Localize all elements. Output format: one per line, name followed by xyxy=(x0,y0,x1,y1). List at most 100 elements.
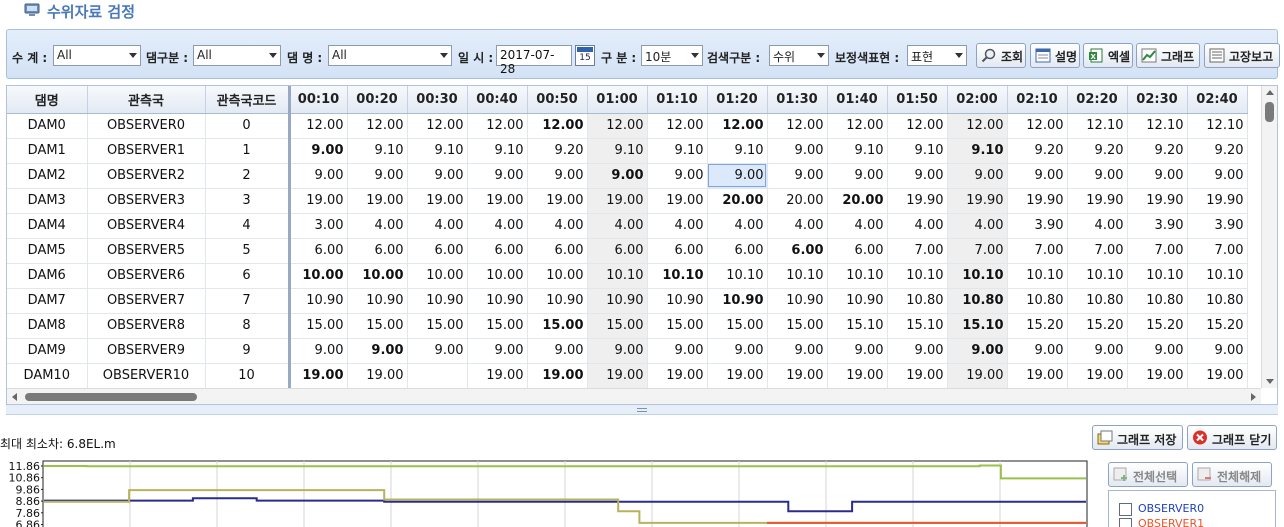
value-cell[interactable]: 15.00 xyxy=(289,313,348,339)
value-cell[interactable] xyxy=(407,363,468,389)
value-cell[interactable]: 19.90 xyxy=(1187,188,1248,214)
value-cell[interactable]: 4.00 xyxy=(707,213,768,239)
value-cell[interactable]: 12.00 xyxy=(347,113,408,139)
value-cell[interactable]: 10.10 xyxy=(1187,263,1248,289)
value-cell[interactable]: 9.00 xyxy=(827,163,888,189)
value-cell[interactable]: 10.00 xyxy=(527,263,588,289)
value-cell[interactable]: 19.00 xyxy=(1127,363,1188,389)
column-header[interactable]: 02:00 xyxy=(947,86,1008,114)
column-header[interactable]: 관측국코드 xyxy=(205,86,291,114)
value-cell[interactable]: 10.80 xyxy=(1007,288,1068,314)
table-row[interactable]: DAM2 OBSERVER2 2 9.00 9.00 9.00 9.00 9.00 9.00 9.… xyxy=(7,163,1248,189)
value-cell[interactable]: 15.00 xyxy=(707,313,768,339)
dam-type-select[interactable]: All xyxy=(193,45,281,66)
water-system-select[interactable]: All xyxy=(53,45,141,66)
value-cell[interactable]: 4.00 xyxy=(1067,213,1128,239)
value-cell[interactable]: 12.00 xyxy=(947,113,1008,139)
value-cell[interactable]: 6.00 xyxy=(767,238,828,264)
close-graph-button[interactable]: 그래프 닫기 xyxy=(1187,425,1277,450)
value-cell[interactable]: 10.00 xyxy=(347,263,408,289)
value-cell[interactable]: 9.10 xyxy=(887,138,948,164)
column-header[interactable]: 관측국 xyxy=(87,86,206,114)
value-cell[interactable]: 9.20 xyxy=(1007,138,1068,164)
value-cell[interactable]: 6.00 xyxy=(647,238,708,264)
value-cell[interactable]: 10.90 xyxy=(527,288,588,314)
observer-code-cell[interactable]: 1 xyxy=(205,138,291,164)
value-cell[interactable]: 10.90 xyxy=(347,288,408,314)
value-cell[interactable]: 9.00 xyxy=(407,338,468,364)
value-cell[interactable]: 19.00 xyxy=(467,188,528,214)
value-cell[interactable]: 9.10 xyxy=(347,138,408,164)
value-cell[interactable]: 19.00 xyxy=(707,363,768,389)
dam-name-cell[interactable]: DAM2 xyxy=(7,163,88,189)
dam-name-cell[interactable]: DAM5 xyxy=(7,238,88,264)
value-cell[interactable]: 9.00 xyxy=(827,338,888,364)
value-cell[interactable]: 12.10 xyxy=(1127,113,1188,139)
value-cell[interactable]: 9.20 xyxy=(1187,138,1248,164)
value-cell[interactable]: 7.00 xyxy=(947,238,1008,264)
value-cell[interactable]: 9.00 xyxy=(767,163,828,189)
observer-code-cell[interactable]: 7 xyxy=(205,288,291,314)
value-cell[interactable]: 9.00 xyxy=(347,163,408,189)
correction-color-select[interactable]: 표현 xyxy=(907,45,967,66)
value-cell[interactable]: 19.00 xyxy=(647,363,708,389)
select-all-button[interactable]: 전체선택 xyxy=(1108,462,1188,487)
value-cell[interactable]: 12.00 xyxy=(407,113,468,139)
value-cell[interactable]: 6.00 xyxy=(527,238,588,264)
table-row[interactable]: DAM5 OBSERVER5 5 6.00 6.00 6.00 6.00 6.00 6.00 6.… xyxy=(7,238,1248,264)
value-cell[interactable]: 12.10 xyxy=(1187,113,1248,139)
value-cell[interactable]: 19.00 xyxy=(647,188,708,214)
graph-button[interactable]: 그래프 xyxy=(1136,43,1200,68)
value-cell[interactable]: 10.80 xyxy=(1187,288,1248,314)
value-cell[interactable]: 9.00 xyxy=(289,138,348,164)
value-cell[interactable]: 6.00 xyxy=(707,238,768,264)
value-cell[interactable]: 10.10 xyxy=(767,263,828,289)
value-cell[interactable]: 10.10 xyxy=(1007,263,1068,289)
value-cell[interactable]: 12.00 xyxy=(527,113,588,139)
value-cell[interactable]: 19.00 xyxy=(587,363,648,389)
value-cell[interactable]: 10.80 xyxy=(1067,288,1128,314)
observer-cell[interactable]: OBSERVER6 xyxy=(87,263,206,289)
value-cell[interactable]: 19.00 xyxy=(827,363,888,389)
value-cell[interactable]: 15.20 xyxy=(1067,313,1128,339)
value-cell[interactable]: 10.80 xyxy=(887,288,948,314)
value-cell[interactable]: 10.10 xyxy=(1127,263,1188,289)
observer-cell[interactable]: OBSERVER10 xyxy=(87,363,206,389)
column-header[interactable]: 01:40 xyxy=(827,86,888,114)
column-header[interactable]: 02:30 xyxy=(1127,86,1188,114)
dam-name-cell[interactable]: DAM0 xyxy=(7,113,88,139)
value-cell[interactable]: 19.00 xyxy=(347,188,408,214)
dam-name-cell[interactable]: DAM3 xyxy=(7,188,88,214)
value-cell[interactable]: 19.00 xyxy=(527,363,588,389)
value-cell[interactable]: 3.90 xyxy=(1007,213,1068,239)
value-cell[interactable]: 4.00 xyxy=(887,213,948,239)
value-cell[interactable]: 19.00 xyxy=(587,188,648,214)
panel-splitter[interactable] xyxy=(6,405,1278,415)
column-header[interactable]: 02:20 xyxy=(1067,86,1128,114)
value-cell[interactable]: 10.80 xyxy=(1127,288,1188,314)
value-cell[interactable]: 12.00 xyxy=(767,113,828,139)
table-row[interactable]: DAM3 OBSERVER3 3 19.00 19.00 19.00 19.00 19.00 1… xyxy=(7,188,1248,214)
column-header[interactable]: 01:10 xyxy=(647,86,708,114)
value-cell[interactable]: 9.00 xyxy=(587,163,648,189)
observer-code-cell[interactable]: 6 xyxy=(205,263,291,289)
value-cell[interactable]: 9.00 xyxy=(647,163,708,189)
value-cell[interactable]: 15.00 xyxy=(647,313,708,339)
value-cell[interactable]: 15.10 xyxy=(887,313,948,339)
column-header[interactable]: 02:40 xyxy=(1187,86,1248,114)
observer-cell[interactable]: OBSERVER8 xyxy=(87,313,206,339)
value-cell[interactable]: 10.10 xyxy=(647,263,708,289)
value-cell[interactable]: 9.10 xyxy=(407,138,468,164)
value-cell[interactable]: 15.10 xyxy=(947,313,1008,339)
dam-name-cell[interactable]: DAM4 xyxy=(7,213,88,239)
value-cell[interactable]: 12.10 xyxy=(1067,113,1128,139)
value-cell[interactable]: 19.00 xyxy=(767,363,828,389)
scroll-left-icon[interactable] xyxy=(12,393,17,401)
value-cell[interactable]: 10.10 xyxy=(947,263,1008,289)
value-cell[interactable]: 9.10 xyxy=(587,138,648,164)
dam-name-cell[interactable]: DAM7 xyxy=(7,288,88,314)
value-cell[interactable]: 6.00 xyxy=(467,238,528,264)
value-cell[interactable]: 6.00 xyxy=(407,238,468,264)
value-cell[interactable]: 9.00 xyxy=(1127,163,1188,189)
search-type-select[interactable]: 수위 xyxy=(769,45,829,66)
